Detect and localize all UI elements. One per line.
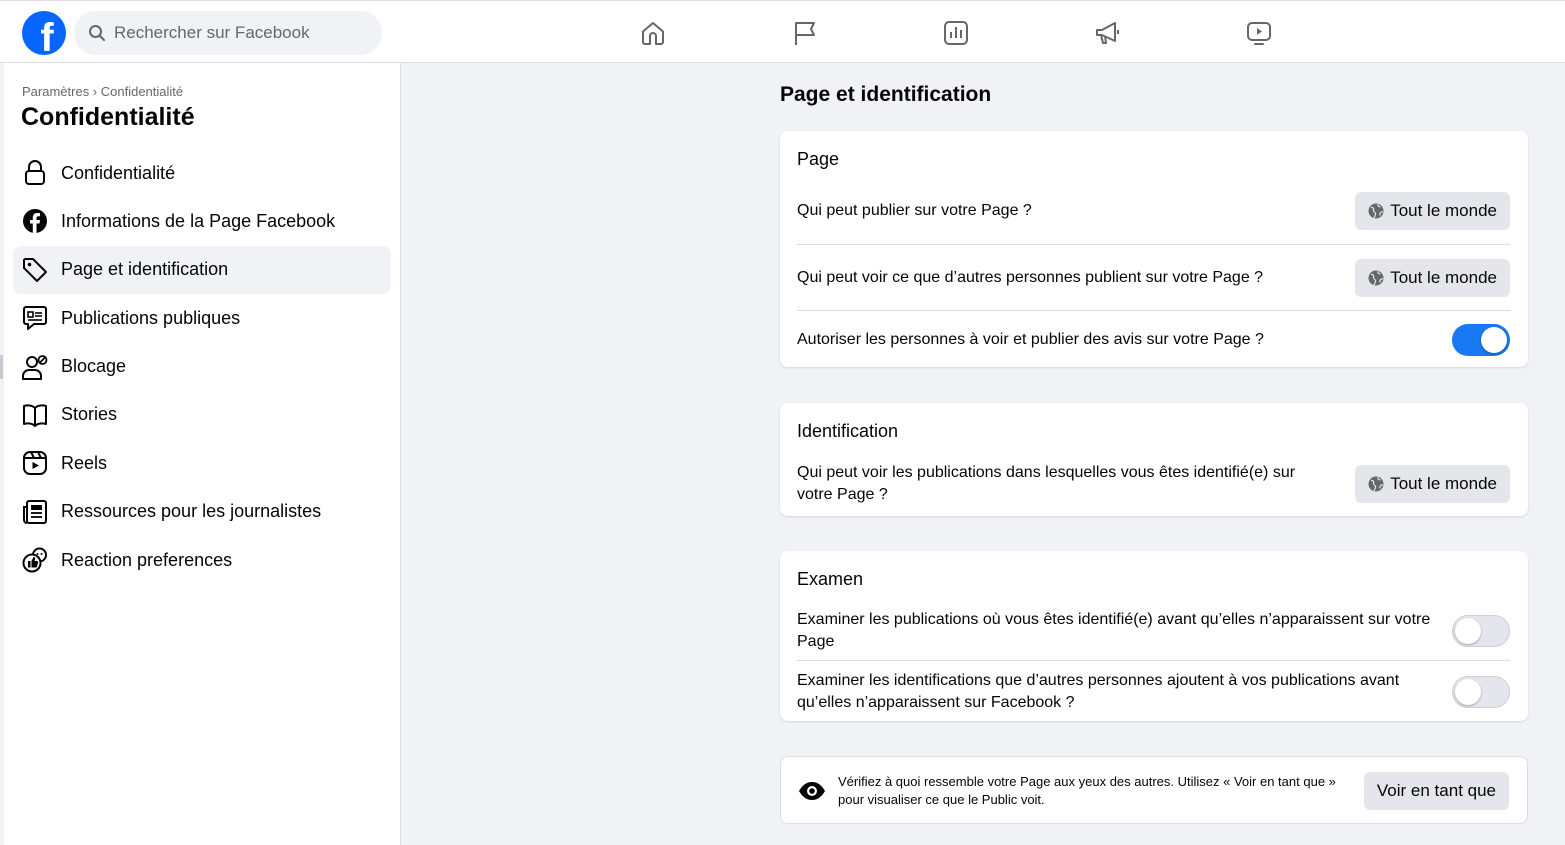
insights-icon[interactable]: [941, 18, 971, 48]
public-posts-icon: [21, 304, 49, 332]
card-title: Examen: [797, 569, 864, 589]
sidebar-item-label: Reaction preferences: [61, 549, 233, 570]
setting-question: Qui peut publier sur votre Page ?: [797, 202, 1032, 219]
reviews-toggle[interactable]: [1452, 324, 1510, 356]
left-scroll-indicator: [0, 355, 3, 379]
newspaper-icon: [21, 498, 49, 526]
block-user-icon: [21, 353, 49, 381]
flag-icon[interactable]: [790, 18, 820, 48]
review-tags-toggle[interactable]: [1452, 676, 1510, 708]
sidebar-item-label: Ressources pour les journalistes: [61, 501, 322, 522]
reaction-icon: [21, 546, 49, 574]
card-title: Page: [797, 149, 840, 169]
sidebar-item-label: Reels: [61, 452, 108, 473]
globe-icon: [1368, 270, 1384, 285]
settings-sidebar: Paramètres › Confidentialité Confidentia…: [4, 63, 401, 845]
sidebar-item-label: Confidentialité: [61, 162, 176, 183]
setting-row: Autoriser les personnes à voir et publie…: [797, 311, 1510, 369]
sidebar-item-confidentialite[interactable]: Confidentialité: [13, 149, 391, 197]
view-as-button[interactable]: Voir en tant que: [1363, 772, 1509, 810]
breadcrumb[interactable]: Paramètres › Confidentialité: [22, 84, 183, 99]
setting-question: Qui peut voir les publications dans lesq…: [797, 464, 1296, 503]
facebook-logo-icon[interactable]: f: [22, 11, 66, 55]
review-card: Examen Examiner les publications où vous…: [780, 551, 1528, 721]
toggle-knob: [1455, 617, 1481, 644]
reels-icon: [21, 449, 49, 477]
sidebar-item-reels[interactable]: Reels: [13, 439, 391, 487]
sidebar-menu: Confidentialité Informations de la Page …: [13, 149, 391, 585]
search-icon: [89, 25, 105, 41]
megaphone-icon[interactable]: [1092, 18, 1122, 48]
toggle-knob: [1455, 679, 1481, 705]
sidebar-item-label: Informations de la Page Facebook: [61, 210, 336, 231]
setting-row: Qui peut voir les publications dans lesq…: [797, 453, 1510, 515]
page-settings-card: Page Qui peut publier sur votre Page ? T…: [780, 131, 1528, 367]
setting-row: Examiner les publications où vous êtes i…: [797, 601, 1510, 661]
setting-row: Qui peut publier sur votre Page ? Tout l…: [797, 178, 1510, 245]
audience-label: Tout le monde: [1390, 201, 1497, 220]
search-input[interactable]: [114, 23, 354, 43]
sidebar-item-label: Stories: [61, 404, 118, 425]
sidebar-item-page-identification[interactable]: Page et identification: [13, 245, 391, 294]
sidebar-item-public-posts[interactable]: Publications publiques: [13, 294, 391, 342]
identification-card: Identification Qui peut voir les publica…: [780, 403, 1528, 516]
setting-row: Examiner les identifications que d’autre…: [797, 661, 1510, 723]
setting-question: Examiner les publications où vous êtes i…: [797, 610, 1431, 650]
tag-icon: [21, 256, 49, 284]
audience-selector-button[interactable]: Tout le monde: [1355, 465, 1510, 503]
setting-row: Qui peut voir ce que d’autres personnes …: [797, 245, 1510, 311]
top-bar: f: [0, 0, 1565, 63]
globe-icon: [1368, 476, 1384, 492]
page-title: Page et identification: [780, 83, 992, 106]
home-icon[interactable]: [638, 18, 668, 48]
search-box[interactable]: [74, 11, 382, 55]
toggle-knob: [1481, 327, 1507, 353]
sidebar-item-page-info[interactable]: Informations de la Page Facebook: [13, 197, 391, 245]
audience-selector-button[interactable]: Tout le monde: [1355, 192, 1510, 230]
sidebar-item-label: Blocage: [61, 356, 127, 377]
sidebar-item-journalists[interactable]: Ressources pour les journalistes: [13, 488, 391, 536]
setting-question: Qui peut voir ce que d’autres personnes …: [797, 268, 1264, 286]
view-as-card: Vérifiez à quoi ressemble votre Page aux…: [780, 756, 1528, 824]
globe-icon: [1368, 203, 1384, 219]
sidebar-item-stories[interactable]: Stories: [13, 391, 391, 439]
facebook-icon: [21, 207, 49, 235]
audience-label: Tout le monde: [1390, 267, 1497, 287]
sidebar-item-label: Publications publiques: [61, 307, 241, 328]
sidebar-item-reaction-preferences[interactable]: Reaction preferences: [13, 536, 391, 584]
eye-icon: [799, 782, 825, 800]
card-title: Identification: [797, 421, 899, 441]
video-icon[interactable]: [1244, 18, 1274, 48]
audience-label: Tout le monde: [1390, 474, 1497, 493]
view-as-description: Vérifiez à quoi ressemble votre Page aux…: [838, 774, 1336, 807]
lock-icon: [21, 159, 49, 187]
review-tagged-posts-toggle[interactable]: [1452, 614, 1510, 647]
setting-question: Examiner les identifications que d’autre…: [797, 672, 1400, 711]
setting-question: Autoriser les personnes à voir et publie…: [797, 331, 1264, 348]
sidebar-item-label: Page et identification: [61, 259, 229, 280]
audience-selector-button[interactable]: Tout le monde: [1355, 258, 1510, 297]
sidebar-title: Confidentialité: [21, 103, 195, 131]
book-icon: [21, 401, 49, 429]
sidebar-item-blocage[interactable]: Blocage: [13, 343, 391, 391]
